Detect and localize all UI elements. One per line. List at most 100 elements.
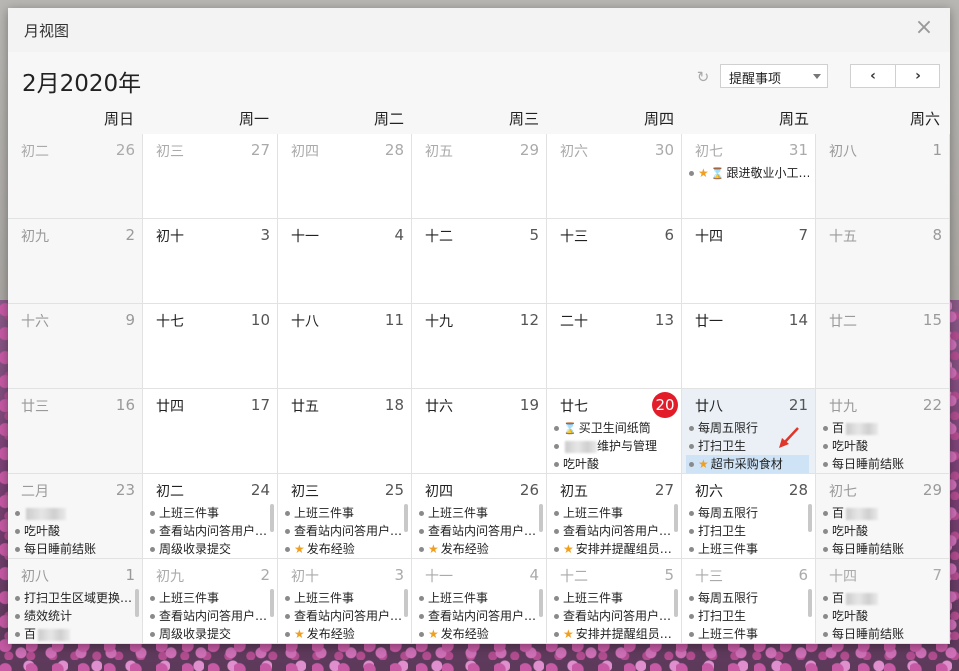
event-item[interactable]: ★ 安排并提醒组员… xyxy=(551,625,675,643)
event-item[interactable]: 吃叶酸 xyxy=(820,522,943,540)
day-cell[interactable]: 初八 1 打扫卫生区域更换… 绩效统计百 xyxy=(8,559,143,644)
event-item[interactable]: 上班三件事 xyxy=(686,625,809,643)
event-item[interactable]: 每周五限行 xyxy=(686,589,809,607)
day-cell[interactable]: 十五 8 xyxy=(816,219,950,304)
event-item[interactable]: 上班三件事 xyxy=(416,504,540,522)
event-item[interactable]: 打扫卫生 xyxy=(686,607,809,625)
event-item[interactable]: 百 xyxy=(820,589,943,607)
event-item[interactable]: 每日睡前结账 xyxy=(820,540,943,558)
event-item[interactable]: 维护与管理 xyxy=(551,437,675,455)
day-cell[interactable]: 初二 26 xyxy=(8,134,143,219)
day-cell[interactable]: 初八 1 xyxy=(816,134,950,219)
day-cell[interactable]: 初六 28 每周五限行 打扫卫生 上班三件事 xyxy=(682,474,816,559)
day-cell[interactable]: 初六 30 xyxy=(547,134,682,219)
event-item[interactable]: ★ ⌛ 跟进敬业小工… xyxy=(686,164,809,182)
event-item[interactable]: 查看站内问答用户… xyxy=(282,607,405,625)
event-item[interactable]: 上班三件事 xyxy=(551,504,675,522)
day-cell[interactable]: 初九 2 上班三件事 查看站内问答用户… 周级收录提交 xyxy=(143,559,278,644)
event-item[interactable]: 百 xyxy=(820,504,943,522)
cell-scrollbar[interactable] xyxy=(808,504,812,532)
event-item[interactable]: 周级收录提交 xyxy=(147,540,271,558)
event-item[interactable]: 查看站内问答用户… xyxy=(416,607,540,625)
day-cell[interactable]: 初四 26 上班三件事 查看站内问答用户… ★ 发布经验 xyxy=(412,474,547,559)
cell-scrollbar[interactable] xyxy=(674,589,678,617)
day-cell[interactable]: 廿七 20 ⌛ 买卫生间纸筒 维护与管理 吃叶酸 xyxy=(547,389,682,474)
day-cell[interactable]: 初七 31 ★ ⌛ 跟进敬业小工… xyxy=(682,134,816,219)
cell-scrollbar[interactable] xyxy=(404,589,408,617)
day-cell[interactable]: 廿六 19 xyxy=(412,389,547,474)
day-cell[interactable]: 十二 5 上班三件事 查看站内问答用户… ★ 安排并提醒组员… xyxy=(547,559,682,644)
event-item[interactable]: 查看站内问答用户… xyxy=(147,522,271,540)
cell-scrollbar[interactable] xyxy=(539,589,543,617)
event-item[interactable]: 每日睡前结账 xyxy=(820,625,943,643)
event-item[interactable]: 每周五限行 xyxy=(686,504,809,522)
refresh-icon[interactable]: ↻ xyxy=(694,68,712,86)
event-item[interactable]: 上班三件事 xyxy=(686,540,809,558)
event-item[interactable] xyxy=(12,504,136,522)
prev-month-button[interactable]: ‹ xyxy=(851,65,896,87)
event-item[interactable]: 查看站内问答用户… xyxy=(551,522,675,540)
event-item[interactable]: 上班三件事 xyxy=(416,589,540,607)
event-item[interactable]: 上班三件事 xyxy=(282,504,405,522)
event-item[interactable]: 每日睡前结账 xyxy=(820,455,943,473)
day-cell[interactable]: 廿四 17 xyxy=(143,389,278,474)
day-cell[interactable]: 十三 6 xyxy=(547,219,682,304)
event-item[interactable]: ★ 发布经验 xyxy=(416,540,540,558)
day-cell[interactable]: 廿二 15 xyxy=(816,304,950,389)
event-item[interactable]: 查看站内问答用户… xyxy=(551,607,675,625)
day-cell[interactable]: 初五 29 xyxy=(412,134,547,219)
day-cell[interactable]: 十四 7 百吃叶酸 每日睡前结账 xyxy=(816,559,950,644)
day-cell[interactable]: 十一 4 xyxy=(278,219,412,304)
event-item[interactable]: 查看站内问答用户… xyxy=(416,522,540,540)
day-cell[interactable]: 初四 28 xyxy=(278,134,412,219)
day-cell[interactable]: 廿三 16 xyxy=(8,389,143,474)
event-item[interactable]: 上班三件事 xyxy=(147,504,271,522)
event-item[interactable]: ★ 发布经验 xyxy=(416,625,540,643)
event-item[interactable]: 打扫卫生 xyxy=(686,522,809,540)
event-item[interactable]: 上班三件事 xyxy=(147,589,271,607)
day-cell[interactable]: 廿五 18 xyxy=(278,389,412,474)
day-cell[interactable]: 十二 5 xyxy=(412,219,547,304)
day-cell[interactable]: 初五 27 上班三件事 查看站内问答用户… ★ 安排并提醒组员… xyxy=(547,474,682,559)
event-item[interactable]: 周级收录提交 xyxy=(147,625,271,643)
event-item[interactable]: 吃叶酸 xyxy=(551,455,675,473)
cell-scrollbar[interactable] xyxy=(808,589,812,617)
day-cell[interactable]: 初三 27 xyxy=(143,134,278,219)
event-item[interactable]: 绩效统计 xyxy=(12,607,136,625)
event-item[interactable]: 吃叶酸 xyxy=(820,437,943,455)
event-item[interactable]: 上班三件事 xyxy=(282,589,405,607)
event-item[interactable]: ★ 发布经验 xyxy=(282,540,405,558)
day-cell[interactable]: 十九 12 xyxy=(412,304,547,389)
day-cell[interactable]: 十八 11 xyxy=(278,304,412,389)
event-item[interactable]: 上班三件事 xyxy=(551,589,675,607)
day-cell[interactable]: 初十 3 xyxy=(143,219,278,304)
cell-scrollbar[interactable] xyxy=(674,504,678,532)
event-item[interactable]: 查看站内问答用户… xyxy=(282,522,405,540)
day-cell[interactable]: 二月 23 吃叶酸 每日睡前结账 xyxy=(8,474,143,559)
day-cell[interactable]: 廿一 14 xyxy=(682,304,816,389)
day-cell[interactable]: 初七 29 百吃叶酸 每日睡前结账 xyxy=(816,474,950,559)
day-cell[interactable]: 廿九 22 百吃叶酸 每日睡前结账 xyxy=(816,389,950,474)
cell-scrollbar[interactable] xyxy=(404,504,408,532)
reminder-filter-select[interactable]: 提醒事项 xyxy=(720,64,828,88)
day-cell[interactable]: 初十 3 上班三件事 查看站内问答用户… ★ 发布经验 xyxy=(278,559,412,644)
event-item[interactable]: ★ 超市采购食材 xyxy=(686,455,809,473)
event-item[interactable]: 吃叶酸 xyxy=(12,522,136,540)
event-item[interactable]: 吃叶酸 xyxy=(820,607,943,625)
cell-scrollbar[interactable] xyxy=(270,504,274,532)
day-cell[interactable]: 十一 4 上班三件事 查看站内问答用户… ★ 发布经验 xyxy=(412,559,547,644)
event-item[interactable]: 百 xyxy=(820,419,943,437)
event-item[interactable]: 每日睡前结账 xyxy=(12,540,136,558)
day-cell[interactable]: 十四 7 xyxy=(682,219,816,304)
day-cell[interactable]: 十七 10 xyxy=(143,304,278,389)
next-month-button[interactable]: › xyxy=(896,65,940,87)
day-cell[interactable]: 十六 9 xyxy=(8,304,143,389)
day-cell[interactable]: 初二 24 上班三件事 查看站内问答用户… 周级收录提交 xyxy=(143,474,278,559)
close-icon[interactable]: × xyxy=(914,16,934,40)
cell-scrollbar[interactable] xyxy=(270,589,274,617)
event-item[interactable]: ⌛ 买卫生间纸筒 xyxy=(551,419,675,437)
cell-scrollbar[interactable] xyxy=(135,589,139,617)
cell-scrollbar[interactable] xyxy=(539,504,543,532)
day-cell[interactable]: 二十 13 xyxy=(547,304,682,389)
day-cell[interactable]: 初三 25 上班三件事 查看站内问答用户… ★ 发布经验 xyxy=(278,474,412,559)
